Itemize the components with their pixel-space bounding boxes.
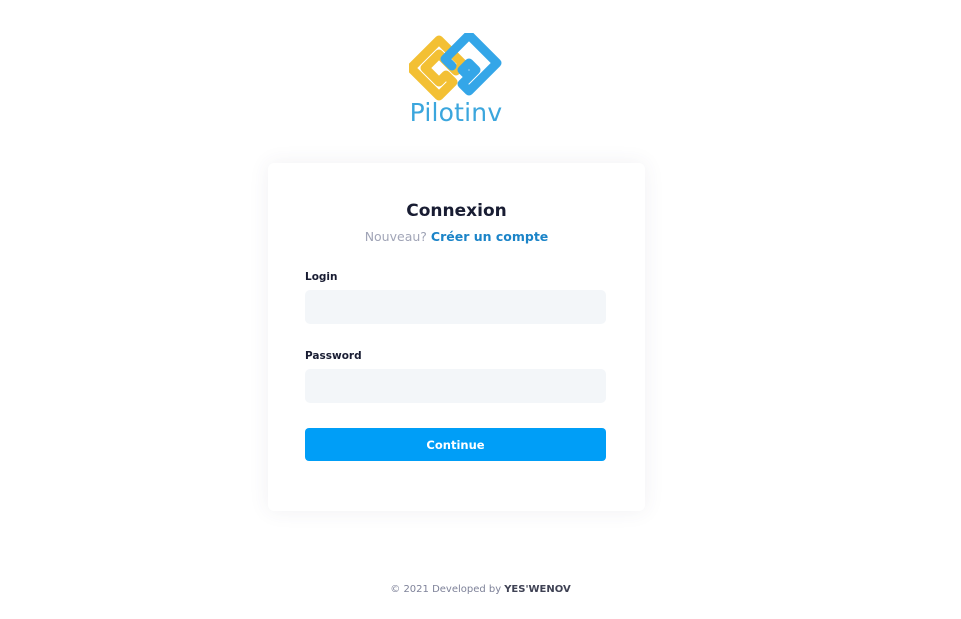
company-name: YES'WENOV bbox=[504, 584, 571, 595]
footer: © 2021 Developed by YES'WENOV bbox=[0, 583, 961, 597]
create-account-link[interactable]: Créer un compte bbox=[431, 229, 548, 244]
brand-name: Pilotinv bbox=[409, 98, 503, 127]
login-input[interactable] bbox=[305, 290, 606, 324]
continue-button[interactable]: Continue bbox=[305, 428, 606, 461]
password-input[interactable] bbox=[305, 369, 606, 403]
login-card: Connexion Nouveau? Créer un compte Login… bbox=[268, 163, 645, 511]
copyright-text: © 2021 Developed by bbox=[390, 584, 502, 595]
app-logo: Pilotinv bbox=[405, 30, 507, 130]
password-label: Password bbox=[305, 350, 362, 362]
page-title: Connexion bbox=[406, 201, 507, 221]
signup-prefix: Nouveau? bbox=[364, 229, 427, 244]
signup-prompt: Nouveau? Créer un compte bbox=[268, 229, 645, 245]
pilotinv-logo-icon bbox=[409, 33, 502, 101]
login-label: Login bbox=[305, 271, 338, 283]
